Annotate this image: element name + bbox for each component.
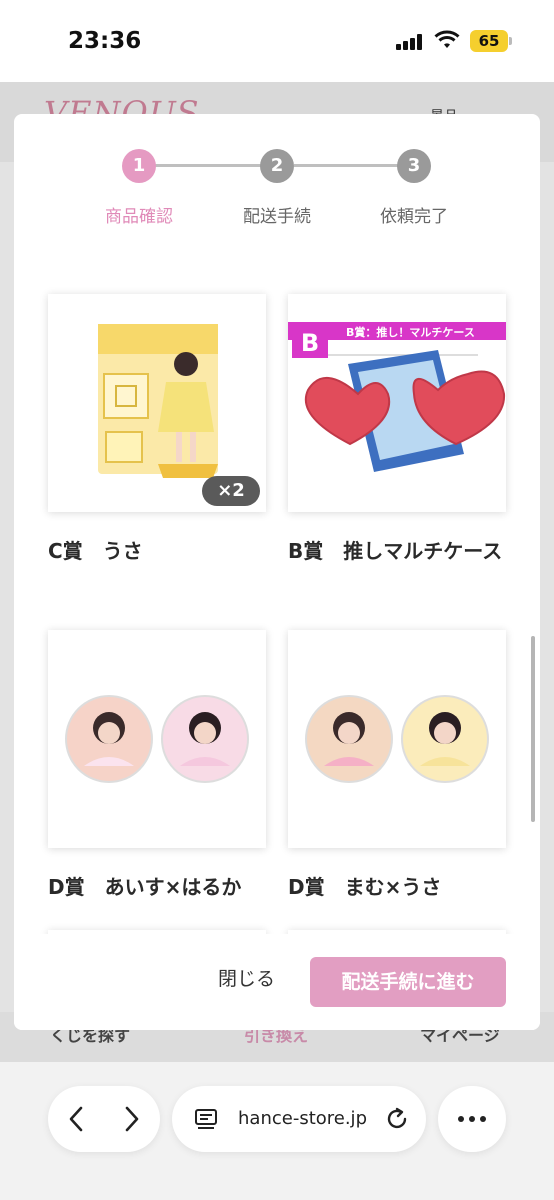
modal-scrollbar[interactable]	[531, 636, 535, 822]
quantity-badge: ×2	[202, 476, 260, 506]
step-1-label: 商品確認	[105, 207, 173, 227]
can-badge-pair-image	[305, 695, 489, 783]
step-connector	[140, 164, 276, 167]
item-card-d-aisu-haruka: D賞 あいす×はるか	[48, 630, 266, 904]
item-title: D賞 あいす×はるか	[48, 875, 242, 899]
can-badge-pair-image	[65, 695, 249, 783]
item-grid: ×2 C賞 うさ B B賞：推し！マルチケース B賞 推しマルチケース D賞 あ…	[14, 234, 540, 934]
forward-button[interactable]	[114, 1100, 150, 1138]
modal-footer: 閉じる 配送手続に進む	[14, 934, 540, 1030]
wifi-icon	[434, 30, 460, 48]
more-dot-icon	[469, 1116, 475, 1122]
item-title: C賞 うさ	[48, 539, 143, 563]
step-connector	[294, 164, 414, 167]
close-button[interactable]: 閉じる	[218, 964, 275, 991]
item-image	[288, 630, 506, 848]
url-text: hance-store.jp	[238, 1108, 367, 1129]
multi-case-image: B B賞：推し！マルチケース	[288, 322, 506, 472]
step-1-circle: 1	[122, 149, 156, 183]
item-image: ×2	[48, 294, 266, 512]
exchange-modal: 1 2 3 商品確認 配送手続 依頼完了 ×2 C賞 うさ B B賞：推し！マル…	[14, 114, 540, 1030]
nav-buttons	[48, 1086, 160, 1152]
more-dot-icon	[458, 1116, 464, 1122]
b-label: B	[301, 329, 319, 357]
battery-tip	[509, 37, 512, 45]
item-card-c-usa: ×2 C賞 うさ	[48, 294, 266, 568]
b-banner: B賞：推し！マルチケース	[346, 325, 475, 339]
reader-icon[interactable]	[194, 1108, 218, 1130]
cellular-signal-icon	[396, 34, 422, 50]
reload-icon[interactable]	[384, 1106, 410, 1132]
more-dot-icon	[480, 1116, 486, 1122]
more-menu-button[interactable]	[438, 1086, 506, 1152]
item-image	[48, 630, 266, 848]
progress-stepper: 1 2 3 商品確認 配送手続 依頼完了	[14, 114, 540, 234]
back-button[interactable]	[58, 1100, 94, 1138]
chevron-right-icon	[125, 1106, 139, 1132]
item-card-d-mamu-usa: D賞 まむ×うさ	[288, 630, 506, 904]
item-image: B B賞：推し！マルチケース	[288, 294, 506, 512]
status-bar: 23:36 65	[0, 0, 554, 82]
chevron-left-icon	[69, 1106, 83, 1132]
step-2-circle: 2	[260, 149, 294, 183]
step-3-circle: 3	[397, 149, 431, 183]
proceed-to-shipping-button[interactable]: 配送手続に進む	[310, 957, 506, 1007]
address-bar[interactable]: hance-store.jp	[172, 1086, 426, 1152]
battery-indicator: 65	[470, 30, 508, 52]
item-title: D賞 まむ×うさ	[288, 875, 442, 899]
item-title: B賞 推しマルチケース	[288, 539, 503, 563]
item-card-b-multicase: B B賞：推し！マルチケース B賞 推しマルチケース	[288, 294, 506, 568]
step-3-label: 依頼完了	[380, 207, 448, 227]
step-2-label: 配送手続	[243, 207, 311, 227]
browser-toolbar: hance-store.jp	[0, 1062, 554, 1200]
status-time: 23:36	[68, 28, 142, 54]
